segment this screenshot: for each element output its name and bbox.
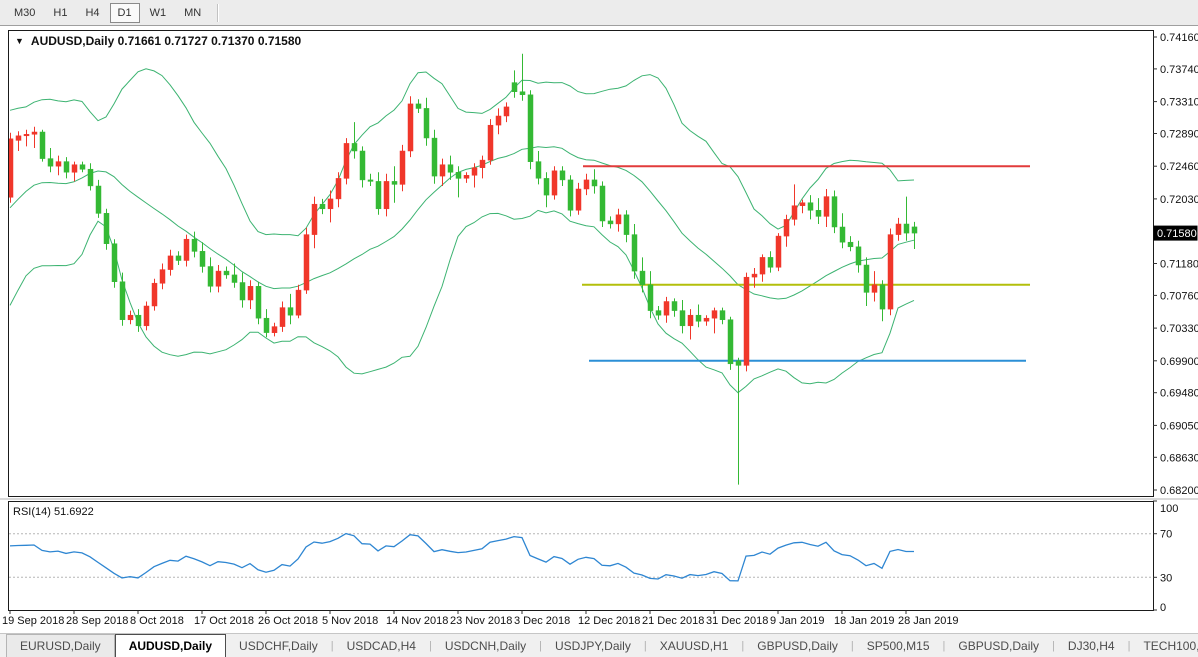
svg-text:0: 0 bbox=[1160, 602, 1166, 614]
chart-tabbar: EURUSD,DailyAUDUSD,DailyUSDCHF,Daily|USD… bbox=[0, 633, 1198, 657]
svg-text:18 Jan 2019: 18 Jan 2019 bbox=[834, 615, 895, 627]
svg-text:23 Nov 2018: 23 Nov 2018 bbox=[450, 615, 512, 627]
rsi-value: 51.6922 bbox=[54, 506, 94, 518]
tab-dj30-h4[interactable]: DJ30,H4 bbox=[1055, 634, 1128, 657]
tab-eurusd-daily[interactable]: EURUSD,Daily bbox=[6, 634, 115, 657]
chart-symbol-label: AUDUSD,Daily bbox=[31, 34, 114, 48]
price-axis[interactable]: 0.74160 0.73740 0.73310 0.72890 0.72460 0.720… bbox=[1153, 32, 1198, 497]
svg-text:28 Sep 2018: 28 Sep 2018 bbox=[66, 615, 128, 627]
timeframe-button-d1[interactable]: D1 bbox=[110, 3, 140, 23]
timeframe-button-mn[interactable]: MN bbox=[176, 3, 209, 23]
svg-text:100: 100 bbox=[1160, 503, 1178, 515]
tab-tech100-h1[interactable]: TECH100,H1 bbox=[1130, 634, 1198, 657]
svg-text:0.70760: 0.70760 bbox=[1160, 290, 1198, 302]
ohlc-high: 0.71727 bbox=[164, 34, 207, 48]
svg-text:30: 30 bbox=[1160, 572, 1172, 584]
svg-text:17 Oct 2018: 17 Oct 2018 bbox=[194, 615, 254, 627]
svg-text:14 Nov 2018: 14 Nov 2018 bbox=[386, 615, 448, 627]
svg-text:21 Dec 2018: 21 Dec 2018 bbox=[642, 615, 704, 627]
timeframe-button-w1[interactable]: W1 bbox=[142, 3, 175, 23]
svg-text:0.73310: 0.73310 bbox=[1160, 97, 1198, 109]
svg-text:0.71180: 0.71180 bbox=[1160, 259, 1198, 271]
ohlc-low: 0.71370 bbox=[211, 34, 254, 48]
svg-text:0.73740: 0.73740 bbox=[1160, 64, 1198, 76]
svg-text:0.70330: 0.70330 bbox=[1160, 323, 1198, 335]
tab-audusd-daily[interactable]: AUDUSD,Daily bbox=[115, 634, 226, 657]
svg-text:0.68200: 0.68200 bbox=[1160, 485, 1198, 497]
timeframe-toolbar: M30H1H4D1W1MN bbox=[0, 0, 1198, 26]
tab-usdcad-h4[interactable]: USDCAD,H4 bbox=[334, 634, 429, 657]
svg-text:0.72030: 0.72030 bbox=[1160, 194, 1198, 206]
svg-text:0.71580: 0.71580 bbox=[1157, 228, 1197, 240]
svg-text:0.74160: 0.74160 bbox=[1160, 32, 1198, 44]
tab-gbpusd-daily[interactable]: GBPUSD,Daily bbox=[945, 634, 1052, 657]
svg-text:26 Oct 2018: 26 Oct 2018 bbox=[258, 615, 318, 627]
current-price-badge: 0.71580 bbox=[1154, 226, 1198, 241]
svg-text:0.72460: 0.72460 bbox=[1160, 161, 1198, 173]
ohlc-close: 0.71580 bbox=[258, 34, 301, 48]
svg-text:19 Sep 2018: 19 Sep 2018 bbox=[2, 615, 64, 627]
date-axis[interactable]: 19 Sep 201828 Sep 20188 Oct 2018 17 Oct 2… bbox=[2, 611, 959, 628]
tab-usdjpy-daily[interactable]: USDJPY,Daily bbox=[542, 634, 644, 657]
svg-text:70: 70 bbox=[1160, 529, 1172, 541]
tab-xauusd-h1[interactable]: XAUUSD,H1 bbox=[647, 634, 742, 657]
svg-text:31 Dec 2018: 31 Dec 2018 bbox=[706, 615, 768, 627]
svg-text:28 Jan 2019: 28 Jan 2019 bbox=[898, 615, 959, 627]
ohlc-open: 0.71661 bbox=[118, 34, 161, 48]
rsi-indicator-label: RSI(14) 51.6922 bbox=[13, 506, 94, 518]
svg-text:5 Nov 2018: 5 Nov 2018 bbox=[322, 615, 378, 627]
svg-text:3 Dec 2018: 3 Dec 2018 bbox=[514, 615, 570, 627]
chart-canvas[interactable]: 0.74160 0.73740 0.73310 0.72890 0.72460 0.720… bbox=[0, 27, 1198, 633]
svg-text:12 Dec 2018: 12 Dec 2018 bbox=[578, 615, 640, 627]
chart-title: ▼ AUDUSD,Daily 0.71661 0.71727 0.71370 0.… bbox=[15, 34, 301, 48]
tab-usdchf-daily[interactable]: USDCHF,Daily bbox=[226, 634, 331, 657]
timeframe-button-m30[interactable]: M30 bbox=[6, 3, 43, 23]
timeframe-button-h1[interactable]: H1 bbox=[45, 3, 75, 23]
panel-frames bbox=[0, 31, 1198, 611]
svg-text:0.69480: 0.69480 bbox=[1160, 388, 1198, 400]
svg-text:0.69900: 0.69900 bbox=[1160, 356, 1198, 368]
timeframe-button-h4[interactable]: H4 bbox=[77, 3, 107, 23]
svg-text:0.68630: 0.68630 bbox=[1160, 452, 1198, 464]
rsi-name: RSI(14) bbox=[13, 506, 51, 518]
toolbar-separator bbox=[217, 4, 219, 22]
svg-text:8 Oct 2018: 8 Oct 2018 bbox=[130, 615, 184, 627]
svg-text:9 Jan 2019: 9 Jan 2019 bbox=[770, 615, 824, 627]
svg-text:0.72890: 0.72890 bbox=[1160, 129, 1198, 141]
svg-text:0.69050: 0.69050 bbox=[1160, 420, 1198, 432]
tab-sp500-m15[interactable]: SP500,M15 bbox=[854, 634, 943, 657]
symbol-dropdown-icon[interactable]: ▼ bbox=[15, 36, 24, 46]
tab-gbpusd-daily[interactable]: GBPUSD,Daily bbox=[744, 634, 851, 657]
tab-usdcnh-daily[interactable]: USDCNH,Daily bbox=[432, 634, 539, 657]
